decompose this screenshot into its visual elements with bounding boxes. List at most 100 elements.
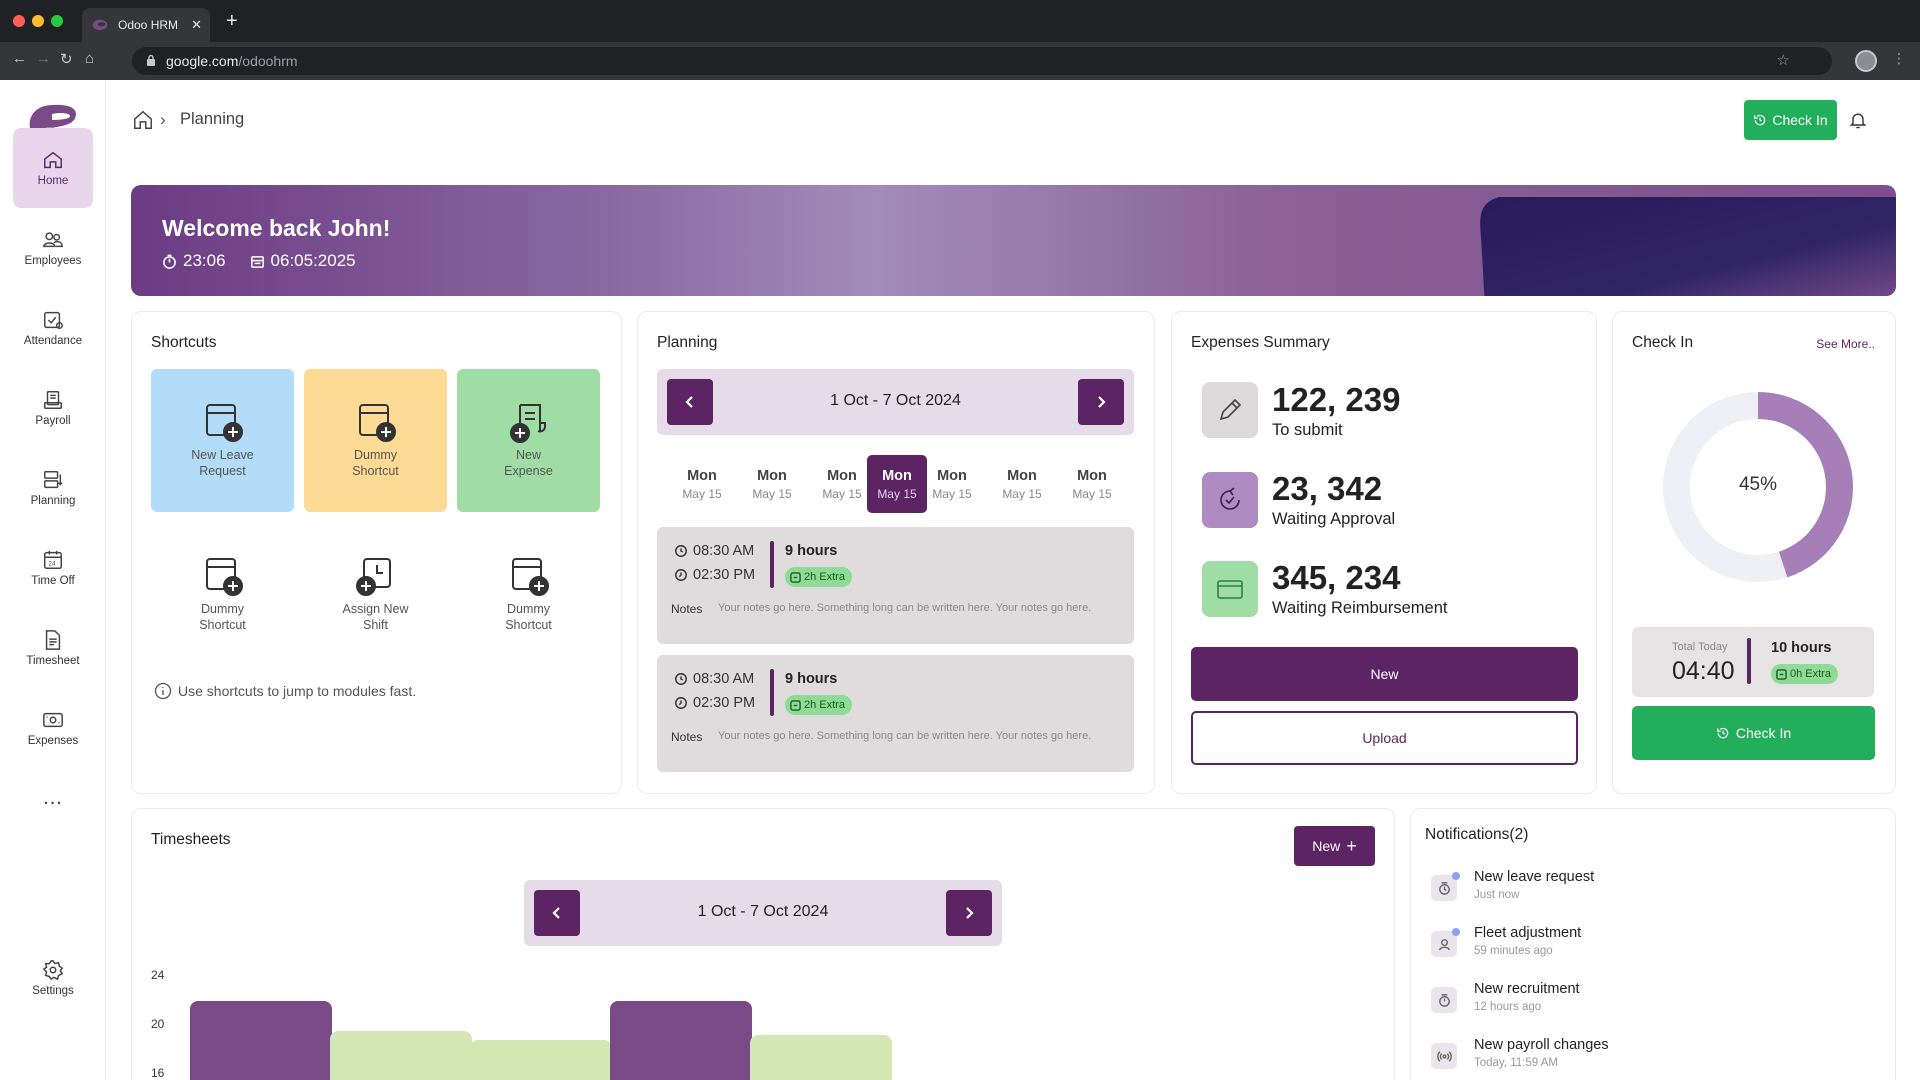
chevron-right-icon bbox=[966, 907, 974, 919]
sidebar-item-home[interactable]: Home bbox=[13, 128, 93, 208]
timesheets-next-week-button[interactable] bbox=[946, 890, 992, 936]
profile-avatar[interactable] bbox=[1855, 50, 1877, 72]
settings-icon bbox=[42, 960, 64, 981]
shortcut-dummy-1[interactable]: Dummy Shortcut bbox=[304, 369, 447, 512]
see-more-link[interactable]: See More.. bbox=[1816, 337, 1875, 351]
notification-item[interactable]: New leave request Just now bbox=[1431, 869, 1831, 909]
header-check-in-label: Check In bbox=[1772, 112, 1828, 128]
calendar-icon bbox=[250, 255, 264, 268]
day-name: Mon bbox=[757, 467, 787, 484]
planning-day-selected[interactable]: Mon May 15 bbox=[867, 455, 927, 513]
y-tick-label: 20 bbox=[151, 1017, 165, 1031]
home-browser-icon[interactable]: ⌂ bbox=[85, 50, 94, 67]
clock-out-icon bbox=[675, 697, 687, 709]
planning-day[interactable]: Mon May 15 bbox=[812, 455, 872, 513]
day-name: Mon bbox=[687, 467, 717, 484]
url-input[interactable]: google.com/odoohrm ☆ bbox=[132, 47, 1832, 75]
tab-close-icon[interactable]: ✕ bbox=[191, 17, 202, 33]
new-tab-icon[interactable]: + bbox=[226, 10, 238, 33]
notifications-bell-icon[interactable] bbox=[1848, 109, 1868, 131]
total-today-label: Total Today bbox=[1672, 641, 1728, 653]
shortcut-new-leave-request[interactable]: New Leave Request bbox=[151, 369, 294, 512]
close-window-button[interactable] bbox=[13, 15, 25, 27]
planning-title: Planning bbox=[657, 334, 718, 351]
sidebar-item-employees[interactable]: Employees bbox=[13, 208, 93, 288]
sidebar-item-timesheet[interactable]: Timesheet bbox=[13, 608, 93, 688]
planning-day[interactable]: Mon May 15 bbox=[1062, 455, 1122, 513]
check-in-button[interactable]: Check In bbox=[1632, 706, 1875, 760]
sidebar-item-planning[interactable]: Planning bbox=[13, 448, 93, 528]
breadcrumb-chevron-icon: › bbox=[160, 110, 166, 129]
notification-item[interactable]: New payroll changes Today, 11:59 AM bbox=[1431, 1037, 1831, 1077]
day-date: May 15 bbox=[877, 486, 917, 501]
address-bar: ← → ↻ ⌂ google.com/odoohrm ☆ ⋮ bbox=[0, 42, 1920, 80]
browser-tab[interactable]: Odoo HRM ✕ bbox=[82, 8, 210, 42]
total-today-divider bbox=[1747, 638, 1751, 684]
stopwatch-icon bbox=[163, 254, 176, 269]
expense-upload-button[interactable]: Upload bbox=[1191, 711, 1578, 765]
timesheet-bar[interactable] bbox=[190, 1000, 332, 1080]
header-check-in-button[interactable]: Check In bbox=[1744, 100, 1837, 140]
sidebar-item-time-off[interactable]: 24 Time Off bbox=[13, 528, 93, 608]
sidebar-item-attendance[interactable]: Attendance bbox=[13, 288, 93, 368]
notes-text: Your notes go here. Something long can b… bbox=[718, 602, 1092, 614]
expense-waiting-reimbursement-label: Waiting Reimbursement bbox=[1272, 599, 1448, 617]
forward-icon[interactable]: → bbox=[36, 50, 51, 67]
shift-card[interactable]: 08:30 AM 02:30 PM 9 hours 2h Extra Notes… bbox=[657, 527, 1134, 644]
sidebar-item-label: Employees bbox=[24, 255, 82, 267]
browser-menu-icon[interactable]: ⋮ bbox=[1892, 50, 1906, 67]
timesheets-card: Timesheets New + 1 Oct - 7 Oct 2024 24 2… bbox=[131, 808, 1395, 1080]
day-name: Mon bbox=[1007, 467, 1037, 484]
sidebar-item-settings[interactable]: Settings bbox=[13, 938, 93, 1018]
sidebar-item-expenses[interactable]: Expenses bbox=[13, 688, 93, 768]
expense-new-button[interactable]: New bbox=[1191, 647, 1578, 701]
notification-title: New recruitment bbox=[1474, 981, 1580, 997]
banner-decoration bbox=[1480, 197, 1896, 296]
clock-in-icon bbox=[675, 673, 687, 685]
day-date: May 15 bbox=[1072, 486, 1112, 501]
planning-day[interactable]: Mon May 15 bbox=[742, 455, 802, 513]
timesheet-bar[interactable] bbox=[470, 1039, 612, 1080]
attendance-icon bbox=[44, 311, 63, 329]
shortcut-label: Dummy Shortcut bbox=[199, 602, 246, 632]
expense-to-submit-label: To submit bbox=[1272, 421, 1343, 439]
bookmark-star-icon[interactable]: ☆ bbox=[1777, 51, 1790, 69]
shift-end: 02:30 PM bbox=[674, 695, 755, 711]
more-icon: ... bbox=[43, 786, 63, 809]
shift-start-time: 08:30 AM bbox=[693, 543, 755, 559]
maximize-window-button[interactable] bbox=[51, 15, 63, 27]
sidebar-more-button[interactable]: ... bbox=[13, 768, 93, 828]
timesheet-bar[interactable] bbox=[750, 1034, 892, 1080]
notification-item[interactable]: Fleet adjustment 59 minutes ago bbox=[1431, 925, 1831, 965]
timesheets-new-button[interactable]: New + bbox=[1294, 826, 1375, 866]
info-icon bbox=[154, 682, 172, 700]
timesheet-bar[interactable] bbox=[610, 1000, 752, 1080]
day-date: May 15 bbox=[932, 486, 972, 501]
planning-day[interactable]: Mon May 15 bbox=[922, 455, 982, 513]
day-name: Mon bbox=[827, 467, 857, 484]
timesheet-bar[interactable] bbox=[330, 1031, 472, 1080]
shortcut-dummy-2[interactable]: Dummy Shortcut bbox=[151, 523, 294, 666]
shift-start: 08:30 AM bbox=[674, 543, 754, 559]
planning-day[interactable]: Mon May 15 bbox=[672, 455, 732, 513]
breadcrumb-home-icon[interactable] bbox=[132, 109, 154, 131]
notification-item[interactable]: New recruitment 12 hours ago bbox=[1431, 981, 1831, 1021]
back-icon[interactable]: ← bbox=[12, 50, 27, 67]
shortcuts-title: Shortcuts bbox=[151, 334, 217, 351]
planning-day[interactable]: Mon May 15 bbox=[992, 455, 1052, 513]
sidebar-item-payroll[interactable]: Payroll bbox=[13, 368, 93, 448]
shift-card[interactable]: 08:30 AM 02:30 PM 9 hours 2h Extra Notes… bbox=[657, 655, 1134, 772]
day-date: May 15 bbox=[822, 486, 862, 501]
expenses-icon bbox=[43, 712, 63, 728]
extra-text: 2h Extra bbox=[804, 571, 845, 583]
expense-waiting-approval-value: 23, 342 bbox=[1272, 470, 1383, 507]
shift-divider bbox=[770, 669, 774, 716]
reload-icon[interactable]: ↻ bbox=[60, 50, 73, 68]
planning-card: Planning 1 Oct - 7 Oct 2024 Mon May 15 Mo… bbox=[637, 311, 1155, 794]
planning-next-week-button[interactable] bbox=[1078, 379, 1124, 425]
dummy-shortcut-icon bbox=[205, 558, 243, 597]
shortcut-assign-new-shift[interactable]: Assign New Shift bbox=[304, 523, 447, 666]
shortcut-new-expense[interactable]: New Expense bbox=[457, 369, 600, 512]
shortcut-dummy-3[interactable]: Dummy Shortcut bbox=[457, 523, 600, 666]
minimize-window-button[interactable] bbox=[32, 15, 44, 27]
